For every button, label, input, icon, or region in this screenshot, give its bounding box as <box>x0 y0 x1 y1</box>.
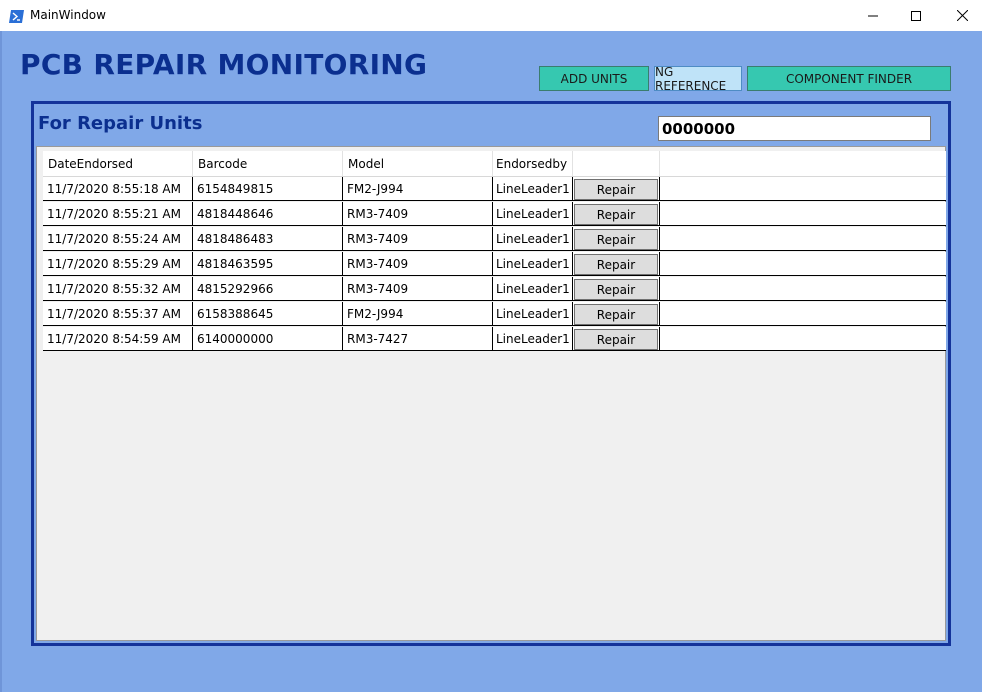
cell-date: 11/7/2020 8:54:59 AM <box>43 327 193 350</box>
cell-date: 11/7/2020 8:55:18 AM <box>43 177 193 200</box>
cell-barcode: 4818448646 <box>193 202 343 225</box>
cell-endorsedby: LineLeader1 <box>493 252 573 275</box>
cell-barcode: 6158388645 <box>193 302 343 325</box>
table-row[interactable]: 11/7/2020 8:55:21 AM 4818448646 RM3-7409… <box>43 202 946 226</box>
component-finder-button[interactable]: COMPONENT FINDER <box>747 66 951 91</box>
column-header-filler <box>660 151 946 176</box>
cell-filler <box>660 227 946 250</box>
repair-button[interactable]: Repair <box>574 179 658 200</box>
cell-filler <box>660 177 946 200</box>
powershell-icon <box>9 8 24 23</box>
cell-endorsedby: LineLeader1 <box>493 277 573 300</box>
cell-model: FM2-J994 <box>343 302 493 325</box>
cell-endorsedby: LineLeader1 <box>493 327 573 350</box>
add-units-button[interactable]: ADD UNITS <box>539 66 649 91</box>
minimize-icon <box>868 6 878 25</box>
cell-action: Repair <box>573 277 660 300</box>
cell-action: Repair <box>573 302 660 325</box>
close-icon <box>956 6 968 25</box>
cell-filler <box>660 302 946 325</box>
ng-reference-button[interactable]: NG REFERENCE <box>654 65 742 93</box>
cell-endorsedby: LineLeader1 <box>493 177 573 200</box>
table-row[interactable]: 11/7/2020 8:55:29 AM 4818463595 RM3-7409… <box>43 252 946 276</box>
cell-barcode: 4815292966 <box>193 277 343 300</box>
cell-action: Repair <box>573 252 660 275</box>
minimize-button[interactable] <box>850 0 896 31</box>
cell-filler <box>660 252 946 275</box>
table-row[interactable]: 11/7/2020 8:55:32 AM 4815292966 RM3-7409… <box>43 277 946 301</box>
cell-barcode: 6154849815 <box>193 177 343 200</box>
maximize-icon <box>911 6 921 25</box>
repair-button[interactable]: Repair <box>574 329 658 350</box>
cell-barcode: 4818463595 <box>193 252 343 275</box>
repair-button[interactable]: Repair <box>574 204 658 225</box>
table-row[interactable]: 11/7/2020 8:55:37 AM 6158388645 FM2-J994… <box>43 302 946 326</box>
cell-action: Repair <box>573 177 660 200</box>
cell-model: RM3-7409 <box>343 227 493 250</box>
cell-filler <box>660 277 946 300</box>
column-header-action[interactable] <box>573 151 660 176</box>
window-left-edge <box>0 31 2 692</box>
cell-endorsedby: LineLeader1 <box>493 227 573 250</box>
cell-model: RM3-7427 <box>343 327 493 350</box>
cell-date: 11/7/2020 8:55:21 AM <box>43 202 193 225</box>
cell-action: Repair <box>573 202 660 225</box>
panel-title: For Repair Units <box>38 113 203 134</box>
repair-button[interactable]: Repair <box>574 279 658 300</box>
column-header-dateendorsed[interactable]: DateEndorsed <box>43 151 193 176</box>
cell-filler <box>660 327 946 350</box>
cell-model: RM3-7409 <box>343 252 493 275</box>
cell-date: 11/7/2020 8:55:24 AM <box>43 227 193 250</box>
table-row[interactable]: 11/7/2020 8:55:18 AM 6154849815 FM2-J994… <box>43 177 946 201</box>
cell-model: FM2-J994 <box>343 177 493 200</box>
table-row[interactable]: 11/7/2020 8:54:59 AM 6140000000 RM3-7427… <box>43 327 946 351</box>
window-title: MainWindow <box>30 8 106 22</box>
column-header-barcode[interactable]: Barcode <box>193 151 343 176</box>
repair-units-grid[interactable]: DateEndorsed Barcode Model Endorsedby 11… <box>36 146 946 641</box>
barcode-scan-input[interactable] <box>658 116 931 141</box>
cell-date: 11/7/2020 8:55:29 AM <box>43 252 193 275</box>
cell-action: Repair <box>573 327 660 350</box>
cell-date: 11/7/2020 8:55:32 AM <box>43 277 193 300</box>
column-header-model[interactable]: Model <box>343 151 493 176</box>
repair-button[interactable]: Repair <box>574 304 658 325</box>
repair-button[interactable]: Repair <box>574 254 658 275</box>
table-row[interactable]: 11/7/2020 8:55:24 AM 4818486483 RM3-7409… <box>43 227 946 251</box>
cell-filler <box>660 202 946 225</box>
cell-barcode: 4818486483 <box>193 227 343 250</box>
window-titlebar[interactable]: MainWindow <box>0 0 982 31</box>
column-header-endorsedby[interactable]: Endorsedby <box>493 151 573 176</box>
cell-endorsedby: LineLeader1 <box>493 302 573 325</box>
app-title: PCB REPAIR MONITORING <box>20 48 428 81</box>
cell-date: 11/7/2020 8:55:37 AM <box>43 302 193 325</box>
close-button[interactable] <box>939 0 982 31</box>
table-header-row: DateEndorsed Barcode Model Endorsedby <box>43 151 946 177</box>
cell-model: RM3-7409 <box>343 202 493 225</box>
repair-button[interactable]: Repair <box>574 229 658 250</box>
cell-endorsedby: LineLeader1 <box>493 202 573 225</box>
cell-action: Repair <box>573 227 660 250</box>
cell-model: RM3-7409 <box>343 277 493 300</box>
maximize-button[interactable] <box>893 0 939 31</box>
cell-barcode: 6140000000 <box>193 327 343 350</box>
